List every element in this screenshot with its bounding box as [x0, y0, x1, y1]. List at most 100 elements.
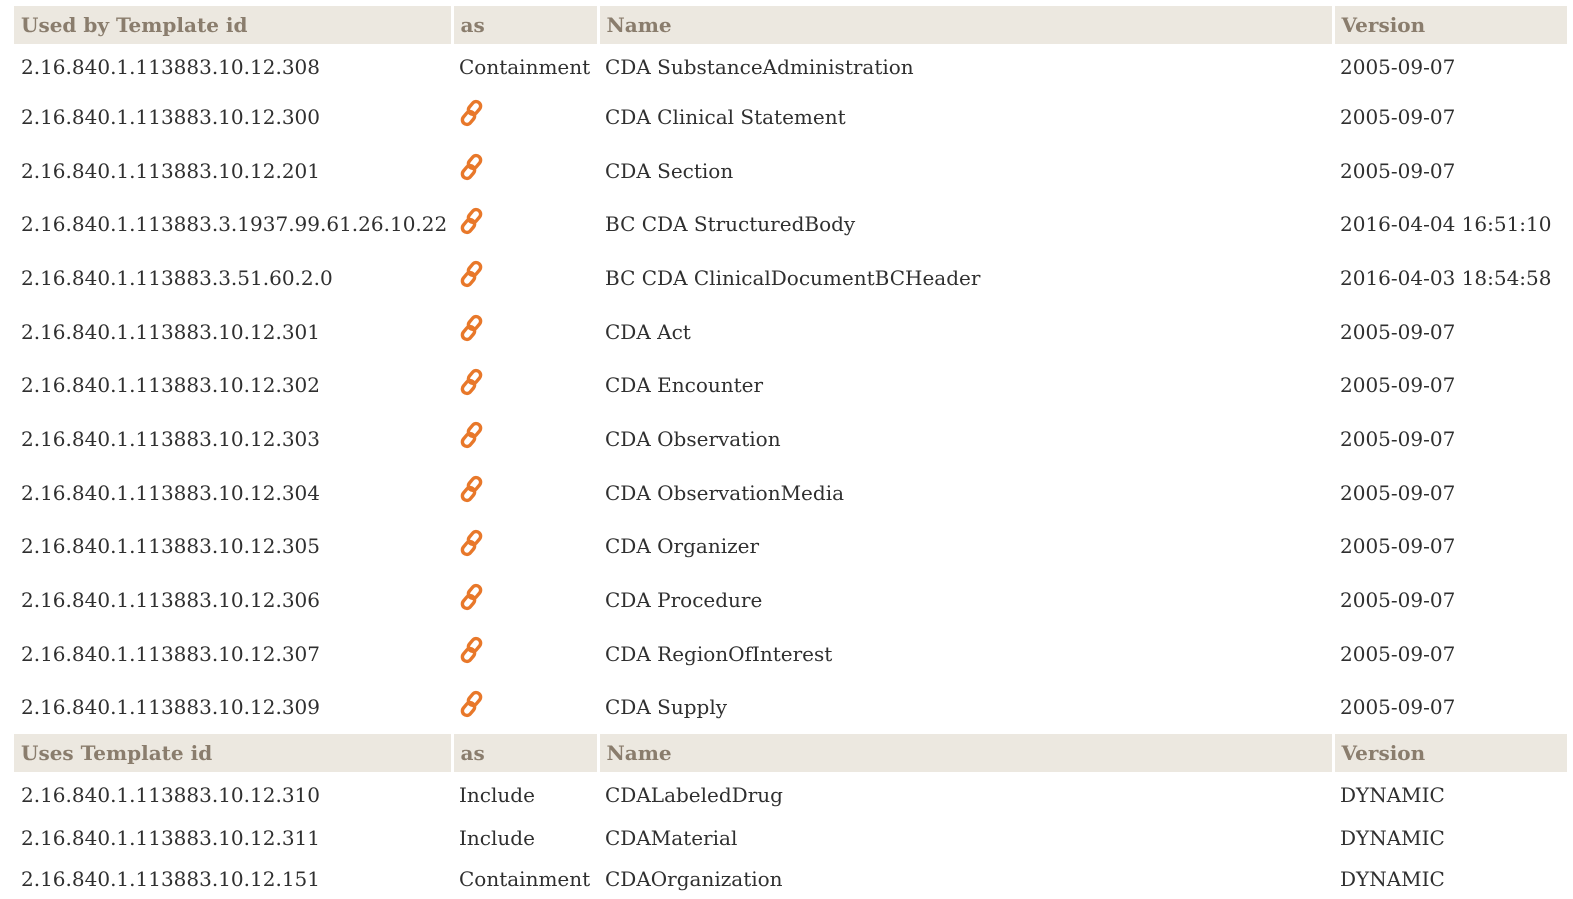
as-cell — [452, 681, 598, 735]
template-name-cell[interactable]: CDA Section — [598, 144, 1333, 198]
link-icon — [459, 689, 485, 719]
used-by-name-header: Name — [598, 6, 1335, 44]
as-cell: Include — [459, 782, 535, 807]
version-cell: 2005-09-07 — [1340, 158, 1456, 183]
template-name-cell[interactable]: CDA Encounter — [598, 358, 1333, 412]
as-cell — [452, 466, 598, 520]
link-icon — [459, 474, 485, 504]
link-icon — [459, 582, 485, 612]
template-id-cell: 2.16.840.1.113883.3.51.60.2.0 — [21, 265, 333, 290]
version-cell: 2005-09-07 — [1340, 55, 1456, 79]
template-id-cell: 2.16.840.1.113883.3.1937.99.61.26.10.22 — [21, 212, 448, 237]
version-cell: DYNAMIC — [1340, 825, 1445, 850]
table-row: 2.16.840.1.113883.10.12.300 CDA Clinical … — [14, 90, 1567, 144]
used-by-header-row: Used by Template id as Name Version — [14, 6, 1567, 44]
table-row: 2.16.840.1.113883.10.12.303 CDA Observati… — [14, 412, 1567, 466]
link-icon — [459, 420, 485, 450]
uses-version-header: Version — [1333, 734, 1567, 773]
as-cell — [452, 520, 598, 574]
used-by-id-header: Used by Template id — [14, 6, 454, 44]
used-by-as-header: as — [452, 6, 600, 44]
template-name-cell[interactable]: CDA ObservationMedia — [598, 466, 1333, 520]
as-cell: Include — [459, 825, 535, 850]
table-row: 2.16.840.1.113883.10.12.201 CDA Section 20… — [14, 144, 1567, 198]
template-name-cell[interactable]: CDA Clinical Statement — [598, 90, 1333, 144]
template-id-cell: 2.16.840.1.113883.10.12.306 — [21, 588, 320, 613]
as-cell — [452, 358, 598, 412]
version-cell: 2005-09-07 — [1340, 641, 1456, 666]
table-row: 2.16.840.1.113883.10.12.302 CDA Encounter… — [14, 358, 1567, 412]
template-name-cell[interactable]: CDA SubstanceAdministration — [598, 44, 1333, 90]
version-cell: 2016-04-04 16:51:10 — [1340, 212, 1552, 237]
template-name-cell[interactable]: CDA Act — [598, 305, 1333, 359]
template-id-cell: 2.16.840.1.113883.10.12.311 — [21, 825, 320, 850]
template-id-cell: 2.16.840.1.113883.10.12.307 — [21, 641, 320, 666]
template-id-cell: 2.16.840.1.113883.10.12.301 — [21, 319, 320, 344]
template-id-cell: 2.16.840.1.113883.10.12.302 — [21, 373, 320, 398]
version-cell: 2005-09-07 — [1340, 426, 1456, 451]
template-name-cell[interactable]: CDA Procedure — [598, 573, 1333, 627]
template-id-cell: 2.16.840.1.113883.10.12.303 — [21, 426, 320, 451]
table-row: 2.16.840.1.113883.3.1937.99.61.26.10.22 B… — [14, 197, 1567, 251]
as-cell — [452, 412, 598, 466]
as-cell: Containment — [459, 55, 591, 79]
uses-as-header: as — [452, 734, 600, 773]
table-row: 2.16.840.1.113883.10.12.151 Containment CD… — [14, 858, 1567, 899]
table-row: 2.16.840.1.113883.10.12.301 CDA Act 2005-0… — [14, 305, 1567, 359]
template-associations-table: Used by Template id as Name Version 2.16… — [14, 6, 1567, 899]
template-id-cell: 2.16.840.1.113883.10.12.201 — [21, 158, 320, 183]
template-name-cell[interactable]: CDALabeledDrug — [598, 772, 1333, 817]
template-id-cell: 2.16.840.1.113883.10.12.308 — [21, 55, 320, 79]
link-icon — [459, 206, 485, 236]
link-icon — [459, 259, 485, 289]
template-id-cell: 2.16.840.1.113883.10.12.151 — [21, 866, 320, 891]
template-name-cell[interactable]: CDA Supply — [598, 681, 1333, 735]
uses-header-row: Uses Template id as Name Version — [14, 734, 1567, 773]
template-name-cell[interactable]: CDAOrganization — [598, 858, 1333, 899]
table-row: 2.16.840.1.113883.10.12.307 CDA RegionOfI… — [14, 627, 1567, 681]
as-cell: Containment — [459, 866, 591, 891]
as-cell — [452, 305, 598, 359]
version-cell: 2005-09-07 — [1340, 534, 1456, 559]
version-cell: 2005-09-07 — [1340, 588, 1456, 613]
table-row: 2.16.840.1.113883.3.51.60.2.0 BC CDA Clin… — [14, 251, 1567, 305]
version-cell: 2016-04-03 18:54:58 — [1340, 265, 1552, 290]
template-id-cell: 2.16.840.1.113883.10.12.305 — [21, 534, 320, 559]
template-name-cell[interactable]: BC CDA StructuredBody — [598, 197, 1333, 251]
table-row: 2.16.840.1.113883.10.12.308 Containment … — [14, 44, 1567, 90]
as-cell — [452, 573, 598, 627]
link-icon — [459, 367, 485, 397]
used-by-version-header: Version — [1333, 6, 1567, 44]
template-name-cell[interactable]: CDA Observation — [598, 412, 1333, 466]
uses-rows: 2.16.840.1.113883.10.12.310 Include CDALab… — [14, 772, 1567, 899]
link-icon — [459, 152, 485, 182]
table-row: 2.16.840.1.113883.10.12.306 CDA Procedure… — [14, 573, 1567, 627]
template-name-cell[interactable]: CDAMaterial — [598, 817, 1333, 858]
template-name-cell[interactable]: CDA RegionOfInterest — [598, 627, 1333, 681]
link-icon — [459, 528, 485, 558]
template-id-cell: 2.16.840.1.113883.10.12.309 — [21, 695, 320, 720]
version-cell: 2005-09-07 — [1340, 319, 1456, 344]
table-row: 2.16.840.1.113883.10.12.309 CDA Supply 200… — [14, 681, 1567, 735]
table-row: 2.16.840.1.113883.10.12.310 Include CDALab… — [14, 772, 1567, 817]
version-cell: 2005-09-07 — [1340, 695, 1456, 720]
uses-id-header: Uses Template id — [14, 734, 454, 773]
as-cell — [452, 627, 598, 681]
table-row: 2.16.840.1.113883.10.12.305 CDA Organizer… — [14, 520, 1567, 574]
uses-name-header: Name — [598, 734, 1335, 773]
table-row: 2.16.840.1.113883.10.12.304 CDA Observati… — [14, 466, 1567, 520]
as-cell — [452, 144, 598, 198]
version-cell: DYNAMIC — [1340, 782, 1445, 807]
template-id-cell: 2.16.840.1.113883.10.12.310 — [21, 782, 320, 807]
uses-header-section: Uses Template id as Name Version — [14, 734, 1567, 773]
template-name-cell[interactable]: CDA Organizer — [598, 520, 1333, 574]
version-cell: 2005-09-07 — [1340, 104, 1456, 129]
table-row: 2.16.840.1.113883.10.12.311 Include CDAMat… — [14, 817, 1567, 858]
template-name-cell[interactable]: BC CDA ClinicalDocumentBCHeader — [598, 251, 1333, 305]
version-cell: DYNAMIC — [1340, 866, 1445, 891]
as-cell — [452, 90, 598, 144]
link-icon — [459, 635, 485, 665]
template-id-cell: 2.16.840.1.113883.10.12.300 — [21, 104, 320, 129]
as-cell — [452, 251, 598, 305]
used-by-rows: 2.16.840.1.113883.10.12.308 Containment … — [14, 44, 1567, 734]
